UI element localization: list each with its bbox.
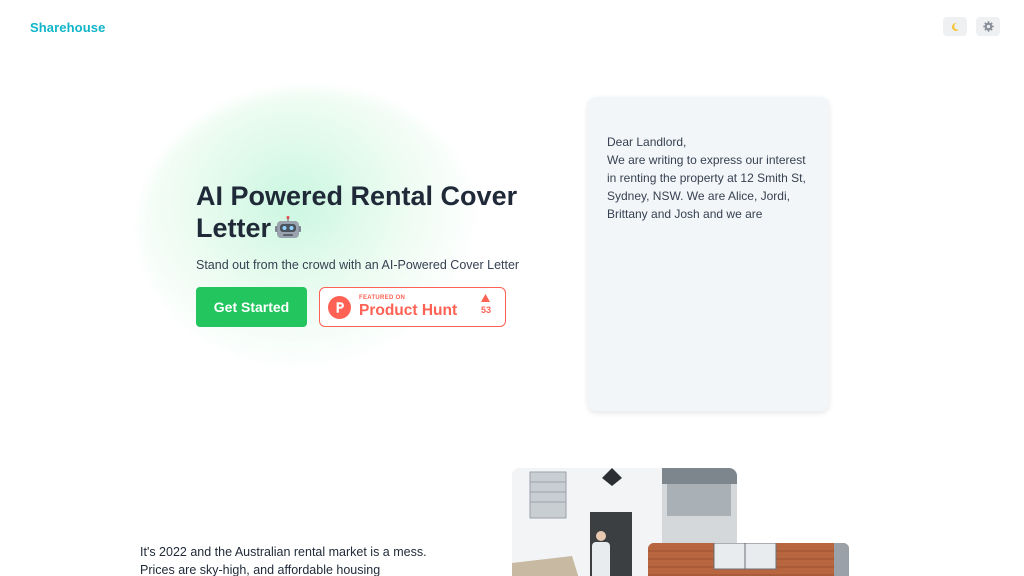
robot-icon	[275, 215, 302, 247]
product-hunt-badge[interactable]: FEATURED ON Product Hunt 53	[319, 287, 506, 327]
logo[interactable]: Sharehouse	[30, 20, 105, 35]
letter-line: Dear Landlord,	[607, 135, 687, 149]
brick-house-photo	[648, 543, 849, 576]
product-hunt-logo-icon	[328, 295, 351, 319]
hero-subtitle: Stand out from the crowd with an AI-Powe…	[196, 258, 520, 272]
gear-icon	[982, 21, 994, 32]
hero-title: AI Powered Rental Cover Letter	[196, 180, 526, 247]
product-hunt-featured-label: FEATURED ON	[359, 295, 406, 302]
theme-toggle-button[interactable]	[943, 17, 967, 36]
product-hunt-votes: 53	[481, 294, 491, 315]
letter-line: We are writing to express our interest i…	[607, 153, 806, 221]
product-hunt-name: Product Hunt	[359, 302, 458, 320]
settings-button[interactable]	[976, 17, 1000, 36]
get-started-button[interactable]: Get Started	[196, 287, 307, 327]
upvote-triangle-icon	[481, 294, 491, 302]
product-hunt-upvote-count: 53	[480, 305, 491, 315]
about-text: It's 2022 and the Australian rental mark…	[140, 545, 427, 576]
cover-letter-preview: Dear Landlord, We are writing to express…	[588, 97, 829, 411]
moon-icon	[951, 22, 959, 31]
